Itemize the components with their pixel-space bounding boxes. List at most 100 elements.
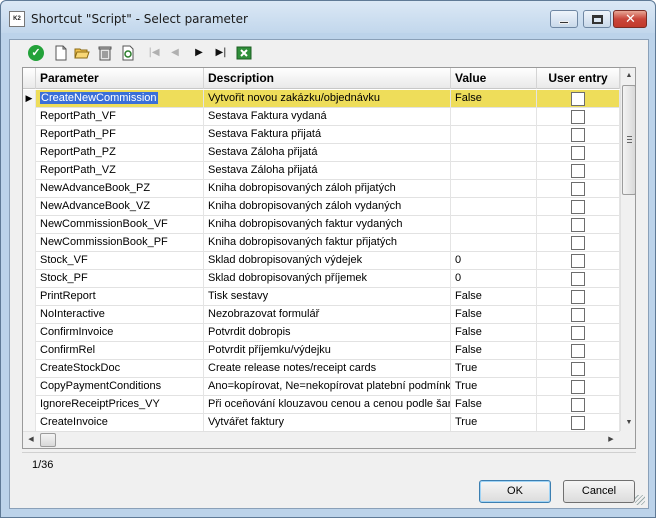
- table-row[interactable]: CopyPaymentConditions Ano=kopírovat, Ne=…: [23, 378, 620, 396]
- scroll-right-icon[interactable]: ▶: [603, 432, 619, 448]
- cell-parameter[interactable]: Stock_VF: [36, 252, 204, 270]
- cell-parameter[interactable]: PrintReport: [36, 288, 204, 306]
- vertical-scrollbar[interactable]: ▲ ▼: [620, 68, 635, 431]
- table-row[interactable]: Stock_VF Sklad dobropisovaných výdejek 0: [23, 252, 620, 270]
- table-row[interactable]: CreateInvoice Vytvářet faktury True: [23, 414, 620, 432]
- cell-parameter[interactable]: CreateStockDoc: [36, 360, 204, 378]
- scroll-up-icon[interactable]: ▲: [621, 68, 635, 84]
- cell-parameter[interactable]: ReportPath_PF: [36, 126, 204, 144]
- cell-description[interactable]: Kniha dobropisovaných faktur vydaných: [204, 216, 451, 234]
- cell-description[interactable]: Kniha dobropisovaných záloh přijatých: [204, 180, 451, 198]
- column-header-user-entry[interactable]: User entry: [537, 68, 620, 89]
- cell-value[interactable]: [451, 234, 537, 252]
- cell-parameter[interactable]: ReportPath_VF: [36, 108, 204, 126]
- table-row[interactable]: IgnoreReceiptPrices_VY Při oceňování klo…: [23, 396, 620, 414]
- cell-parameter[interactable]: NewCommissionBook_PF: [36, 234, 204, 252]
- user-entry-checkbox[interactable]: [571, 92, 585, 106]
- table-row[interactable]: NewAdvanceBook_VZ Kniha dobropisovaných …: [23, 198, 620, 216]
- cell-description[interactable]: Ano=kopírovat, Ne=nekopírovat platební p…: [204, 378, 451, 396]
- cell-description[interactable]: Vytvářet faktury: [204, 414, 451, 432]
- table-row[interactable]: ReportPath_PF Sestava Faktura přijatá: [23, 126, 620, 144]
- cell-value[interactable]: [451, 144, 537, 162]
- minimize-button[interactable]: [550, 10, 578, 28]
- next-record-icon[interactable]: ▶: [191, 45, 207, 61]
- cell-description[interactable]: Sklad dobropisovaných příjemek: [204, 270, 451, 288]
- user-entry-checkbox[interactable]: [571, 110, 585, 124]
- cell-value[interactable]: False: [451, 306, 537, 324]
- cell-parameter[interactable]: Stock_PF: [36, 270, 204, 288]
- cell-description[interactable]: Kniha dobropisovaných záloh vydaných: [204, 198, 451, 216]
- cell-parameter[interactable]: CopyPaymentConditions: [36, 378, 204, 396]
- cell-description[interactable]: Sestava Faktura přijatá: [204, 126, 451, 144]
- cell-description[interactable]: Tisk sestavy: [204, 288, 451, 306]
- table-row[interactable]: PrintReport Tisk sestavy False: [23, 288, 620, 306]
- table-row[interactable]: CreateStockDoc Create release notes/rece…: [23, 360, 620, 378]
- cell-description[interactable]: Sestava Faktura vydaná: [204, 108, 451, 126]
- maximize-button[interactable]: [583, 10, 611, 28]
- cancel-button[interactable]: Cancel: [563, 480, 635, 503]
- cell-description[interactable]: Kniha dobropisovaných faktur přijatých: [204, 234, 451, 252]
- cell-value[interactable]: False: [451, 288, 537, 306]
- cell-value[interactable]: 0: [451, 252, 537, 270]
- scroll-left-icon[interactable]: ◀: [23, 432, 39, 448]
- cell-value[interactable]: True: [451, 360, 537, 378]
- cell-description[interactable]: Sestava Záloha přijatá: [204, 144, 451, 162]
- cell-description[interactable]: Nezobrazovat formulář: [204, 306, 451, 324]
- user-entry-checkbox[interactable]: [571, 200, 585, 214]
- cell-parameter[interactable]: ReportPath_PZ: [36, 144, 204, 162]
- refresh-page-icon[interactable]: [120, 45, 136, 61]
- table-row[interactable]: ReportPath_VZ Sestava Záloha přijatá: [23, 162, 620, 180]
- cell-description[interactable]: Create release notes/receipt cards: [204, 360, 451, 378]
- user-entry-checkbox[interactable]: [571, 164, 585, 178]
- previous-record-icon[interactable]: ◀: [167, 45, 183, 61]
- open-folder-icon[interactable]: [74, 45, 90, 61]
- table-row[interactable]: NewCommissionBook_VF Kniha dobropisovaný…: [23, 216, 620, 234]
- cell-value[interactable]: [451, 126, 537, 144]
- excel-export-icon[interactable]: [236, 45, 252, 61]
- cell-description[interactable]: Sestava Záloha přijatá: [204, 162, 451, 180]
- cell-parameter[interactable]: ReportPath_VZ: [36, 162, 204, 180]
- user-entry-checkbox[interactable]: [571, 380, 585, 394]
- last-record-icon[interactable]: ▶|: [213, 45, 229, 61]
- user-entry-checkbox[interactable]: [571, 362, 585, 376]
- user-entry-checkbox[interactable]: [571, 326, 585, 340]
- horizontal-scroll-thumb[interactable]: [40, 433, 56, 447]
- cell-description[interactable]: Vytvořit novou zakázku/objednávku: [204, 90, 451, 108]
- cell-value[interactable]: False: [451, 90, 537, 108]
- user-entry-checkbox[interactable]: [571, 398, 585, 412]
- table-row[interactable]: Stock_PF Sklad dobropisovaných příjemek …: [23, 270, 620, 288]
- cell-value[interactable]: [451, 108, 537, 126]
- cell-value[interactable]: [451, 180, 537, 198]
- confirm-check-icon[interactable]: ✓: [28, 45, 44, 61]
- column-header-description[interactable]: Description: [204, 68, 451, 89]
- user-entry-checkbox[interactable]: [571, 182, 585, 196]
- user-entry-checkbox[interactable]: [571, 236, 585, 250]
- cell-value[interactable]: [451, 198, 537, 216]
- ok-button[interactable]: OK: [479, 480, 551, 503]
- cell-value[interactable]: 0: [451, 270, 537, 288]
- cell-value[interactable]: True: [451, 378, 537, 396]
- cell-description[interactable]: Potvrdit dobropis: [204, 324, 451, 342]
- vertical-scroll-thumb[interactable]: [622, 85, 635, 195]
- cell-value[interactable]: False: [451, 324, 537, 342]
- column-header-parameter[interactable]: Parameter: [36, 68, 204, 89]
- table-row[interactable]: NewAdvanceBook_PZ Kniha dobropisovaných …: [23, 180, 620, 198]
- cell-parameter[interactable]: CreateNewCommission: [36, 90, 204, 108]
- user-entry-checkbox[interactable]: [571, 290, 585, 304]
- first-record-icon[interactable]: |◀: [146, 45, 162, 61]
- table-row[interactable]: NewCommissionBook_PF Kniha dobropisovaný…: [23, 234, 620, 252]
- table-row[interactable]: ReportPath_PZ Sestava Záloha přijatá: [23, 144, 620, 162]
- user-entry-checkbox[interactable]: [571, 128, 585, 142]
- title-bar[interactable]: K2 Shortcut "Script" - Select parameter …: [1, 1, 655, 33]
- user-entry-checkbox[interactable]: [571, 308, 585, 322]
- cell-description[interactable]: Sklad dobropisovaných výdejek: [204, 252, 451, 270]
- cell-value[interactable]: [451, 162, 537, 180]
- close-button[interactable]: ✕: [613, 10, 647, 28]
- horizontal-scrollbar[interactable]: ◀ ▶: [23, 431, 620, 448]
- cell-parameter[interactable]: ConfirmRel: [36, 342, 204, 360]
- table-row[interactable]: ConfirmRel Potvrdit příjemku/výdejku Fal…: [23, 342, 620, 360]
- cell-parameter[interactable]: NewAdvanceBook_VZ: [36, 198, 204, 216]
- new-document-icon[interactable]: [53, 45, 69, 61]
- user-entry-checkbox[interactable]: [571, 344, 585, 358]
- cell-parameter[interactable]: NoInteractive: [36, 306, 204, 324]
